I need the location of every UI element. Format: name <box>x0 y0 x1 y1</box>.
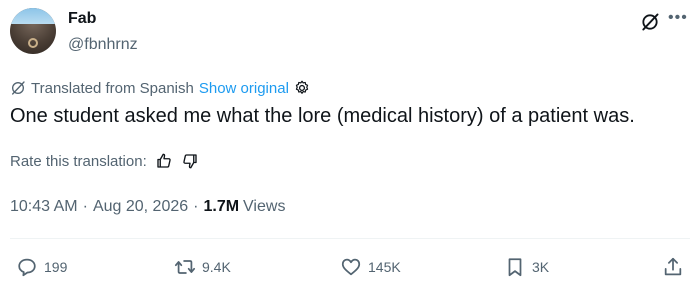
tweet-date[interactable]: Aug 20, 2026 <box>93 198 188 216</box>
bookmark-button[interactable]: 3K <box>504 256 549 278</box>
meta-separator: · <box>82 198 88 215</box>
more-icon[interactable]: ••• <box>668 8 690 28</box>
share-button[interactable] <box>662 256 684 278</box>
bookmark-count: 3K <box>532 259 550 275</box>
share-icon <box>664 257 682 276</box>
reply-count: 199 <box>44 259 68 275</box>
repost-icon <box>174 260 196 274</box>
show-original-link[interactable]: Show original <box>199 80 289 97</box>
avatar[interactable] <box>10 8 56 54</box>
avatar-sky <box>10 8 56 24</box>
tweet-text: One student asked me what the lore (medi… <box>10 105 635 127</box>
translate-icon <box>12 81 25 95</box>
rate-translation-label: Rate this translation: <box>10 152 147 170</box>
rate-translation-row: Rate this translation: <box>10 150 199 172</box>
translation-row: Translated from Spanish Show original <box>10 78 311 98</box>
like-button[interactable]: 145K <box>340 256 401 278</box>
grok-icon[interactable] <box>640 12 660 32</box>
views-count: 1.7M <box>203 198 240 215</box>
heart-icon <box>341 258 361 276</box>
tweet-meta: 10:43 AM · Aug 20, 2026 · 1.7M Views <box>10 196 285 218</box>
author-handle[interactable]: @fbnhrnz <box>68 36 138 54</box>
reply-button[interactable]: 199 <box>16 256 67 278</box>
tweet-card: Fab @fbnhrnz ••• Translated from Spanish… <box>0 0 700 292</box>
bookmark-icon <box>508 258 522 277</box>
views-label: Views <box>243 198 286 215</box>
author-name[interactable]: Fab <box>68 10 96 28</box>
avatar-necklace <box>28 38 38 48</box>
repost-button[interactable]: 9.4K <box>174 256 231 278</box>
thumbs-down-icon[interactable] <box>181 152 199 170</box>
like-count: 145K <box>368 259 401 275</box>
divider <box>10 238 690 239</box>
translation-label: Translated from Spanish <box>31 79 194 97</box>
tweet-time[interactable]: 10:43 AM <box>10 198 78 216</box>
settings-icon[interactable] <box>293 79 311 97</box>
thumbs-up-icon[interactable] <box>155 152 173 170</box>
meta-separator: · <box>193 198 199 215</box>
repost-count: 9.4K <box>202 259 231 275</box>
reply-icon <box>18 258 36 277</box>
